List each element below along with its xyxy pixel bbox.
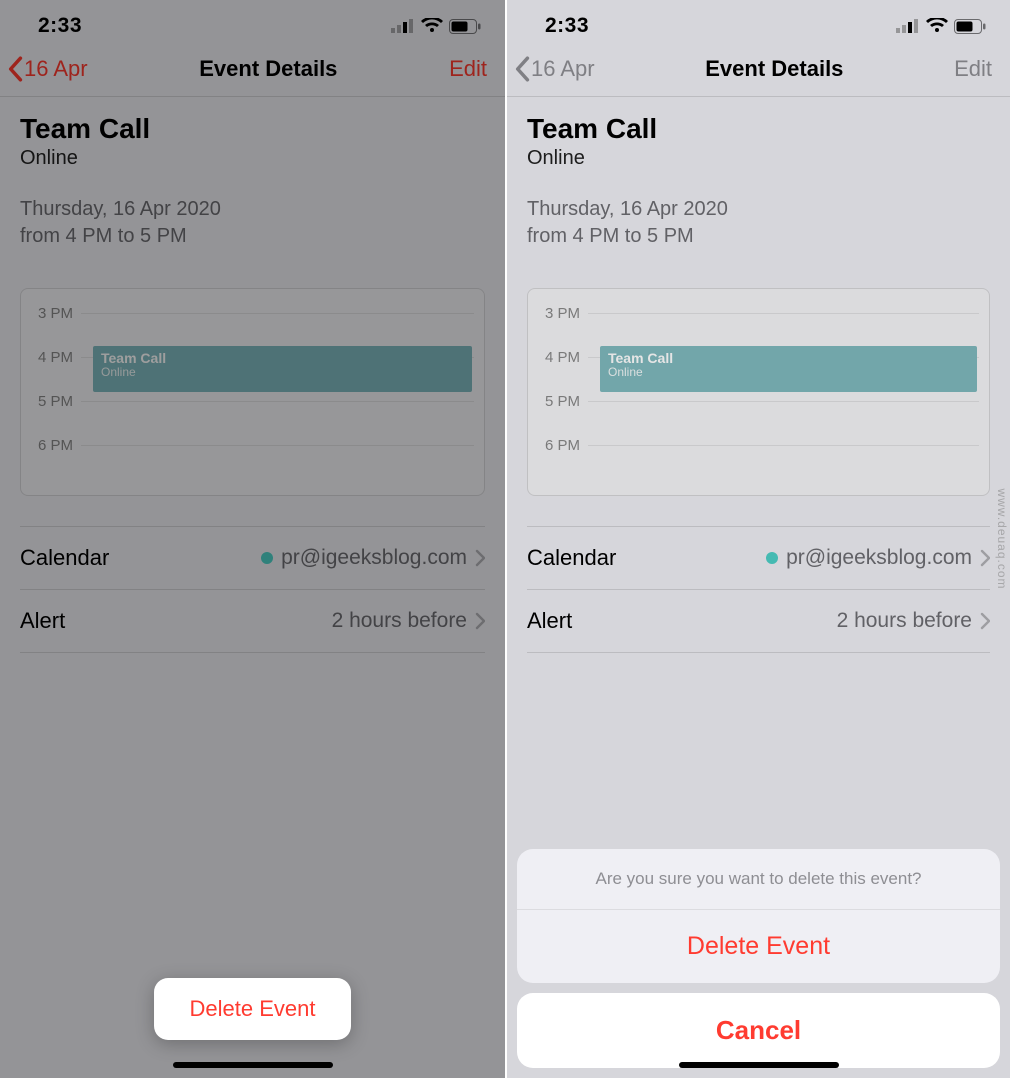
calendar-row[interactable]: Calendar pr@igeeksblog.com [527, 526, 990, 589]
signal-icon [391, 19, 415, 33]
hour-row: 3 PM [31, 303, 474, 347]
alert-value: 2 hours before [332, 609, 467, 633]
home-indicator [173, 1062, 333, 1068]
back-label: 16 Apr [531, 56, 595, 82]
status-icons [391, 18, 487, 34]
alert-row[interactable]: Alert 2 hours before [527, 589, 990, 652]
event-title: Team Call [527, 113, 990, 145]
event-title: Team Call [20, 113, 485, 145]
event-date: Thursday, 16 Apr 2020 [527, 198, 990, 221]
delete-event-button[interactable]: Delete Event [154, 978, 352, 1040]
timeline: 3 PM 4 PM 5 PM 6 PM Team Call Online [527, 288, 990, 496]
battery-icon [954, 19, 986, 34]
chevron-left-icon [513, 56, 531, 82]
hour-row: 3 PM [538, 303, 979, 347]
battery-icon [449, 19, 481, 34]
home-indicator [679, 1062, 839, 1068]
calendar-color-dot [261, 552, 273, 564]
nav-bar: 16 Apr Event Details Edit [507, 44, 1010, 97]
wifi-icon [421, 18, 443, 34]
chevron-right-icon [980, 549, 990, 567]
chevron-left-icon [6, 56, 24, 82]
calendar-value: pr@igeeksblog.com [281, 546, 467, 570]
calendar-label: Calendar [527, 545, 616, 571]
event-location: Online [527, 147, 990, 170]
slot-title: Team Call [101, 350, 464, 366]
nav-bar: 16 Apr Event Details Edit [0, 44, 505, 97]
edit-button[interactable]: Edit [954, 56, 992, 82]
alert-value: 2 hours before [837, 609, 972, 633]
back-button[interactable]: 16 Apr [6, 56, 88, 82]
status-time: 2:33 [545, 14, 589, 38]
hour-row: 5 PM [538, 391, 979, 435]
calendar-value: pr@igeeksblog.com [786, 546, 972, 570]
hour-row: 5 PM [31, 391, 474, 435]
event-time-range: from 4 PM to 5 PM [20, 225, 485, 248]
status-time: 2:33 [38, 14, 82, 38]
calendar-row[interactable]: Calendar pr@igeeksblog.com [20, 526, 485, 589]
status-bar: 2:33 [507, 0, 1010, 44]
event-slot[interactable]: Team Call Online [93, 346, 472, 392]
chevron-right-icon [475, 612, 485, 630]
action-sheet-message: Are you sure you want to delete this eve… [517, 849, 1000, 910]
timeline: 3 PM 4 PM 5 PM 6 PM Team Call Online [20, 288, 485, 496]
hour-row: 6 PM [31, 435, 474, 479]
slot-title: Team Call [608, 350, 969, 366]
action-sheet-delete-button[interactable]: Delete Event [517, 910, 1000, 983]
nav-title: Event Details [199, 56, 337, 82]
watermark: www.deuaq.com [995, 488, 1009, 589]
edit-button[interactable]: Edit [449, 56, 487, 82]
hour-row: 6 PM [538, 435, 979, 479]
event-slot[interactable]: Team Call Online [600, 346, 977, 392]
chevron-right-icon [980, 612, 990, 630]
chevron-right-icon [475, 549, 485, 567]
alert-label: Alert [527, 608, 572, 634]
back-button[interactable]: 16 Apr [513, 56, 595, 82]
status-icons [896, 18, 992, 34]
event-location: Online [20, 147, 485, 170]
action-sheet: Are you sure you want to delete this eve… [517, 849, 1000, 1068]
alert-row[interactable]: Alert 2 hours before [20, 589, 485, 652]
event-time-range: from 4 PM to 5 PM [527, 225, 990, 248]
action-sheet-cancel-button[interactable]: Cancel [517, 993, 1000, 1068]
phone-screenshot-left: 2:33 16 Apr Event Details Edit Team Call… [0, 0, 505, 1078]
slot-subtitle: Online [101, 366, 464, 380]
alert-label: Alert [20, 608, 65, 634]
back-label: 16 Apr [24, 56, 88, 82]
calendar-color-dot [766, 552, 778, 564]
calendar-label: Calendar [20, 545, 109, 571]
phone-screenshot-right: 2:33 16 Apr Event Details Edit Team Call… [505, 0, 1010, 1078]
slot-subtitle: Online [608, 366, 969, 380]
event-date: Thursday, 16 Apr 2020 [20, 198, 485, 221]
status-bar: 2:33 [0, 0, 505, 44]
wifi-icon [926, 18, 948, 34]
nav-title: Event Details [705, 56, 843, 82]
signal-icon [896, 19, 920, 33]
